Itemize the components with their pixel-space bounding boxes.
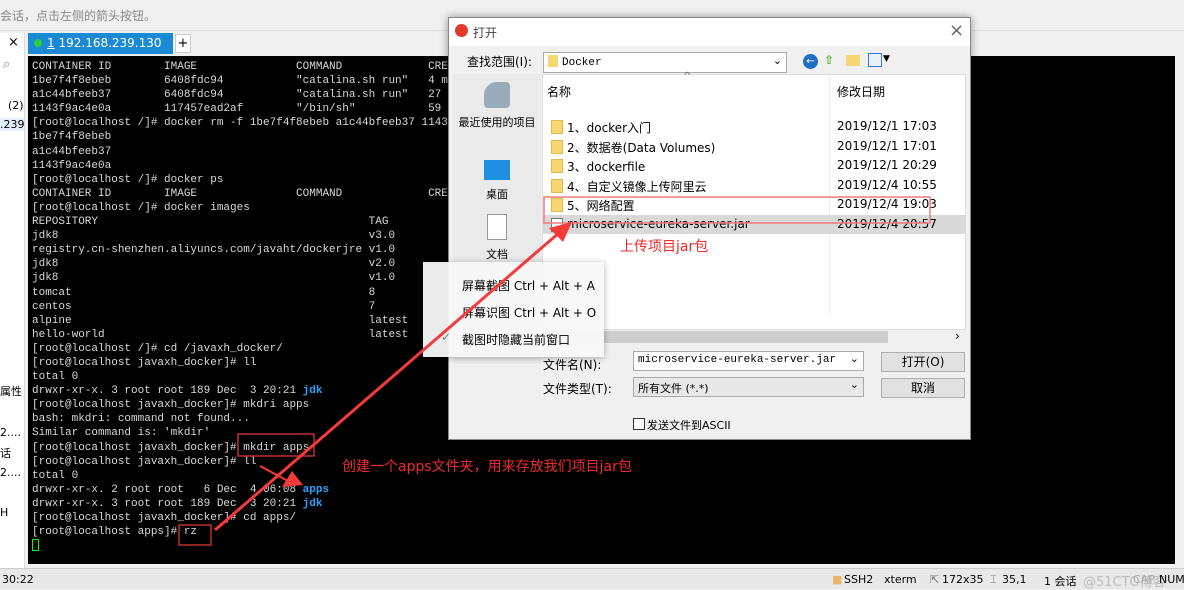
highlight-box-rz: [178, 524, 212, 546]
annotation-overlay: [178, 196, 931, 546]
status-numlock: NUM: [1159, 573, 1184, 586]
resize-icon: ⇱: [930, 573, 940, 586]
status-protocol: SSH2: [844, 573, 874, 586]
cursor-position-icon: ⌶: [990, 573, 997, 586]
status-caps: CAP: [1133, 573, 1155, 586]
annotation-upload: 上传项目jar包: [620, 239, 709, 255]
status-term-type: xterm: [884, 573, 917, 586]
status-sessions: 1 会话: [1044, 575, 1077, 588]
status-bar: 30:22 ■ SSH2 xterm ⇱ 172x35 ⌶ 35,1 1 会话 …: [0, 568, 1184, 590]
arrow-line-upload: [214, 230, 561, 532]
lock-icon: ■: [832, 573, 843, 586]
status-size: 172x35: [942, 573, 984, 586]
highlight-box-jar: [543, 196, 931, 224]
status-cursor-position: 35,1: [1002, 573, 1027, 586]
annotation-create: 创建一个apps文件夹，用来存放我们项目jar包: [342, 459, 632, 475]
status-time: 30:22: [2, 573, 34, 586]
